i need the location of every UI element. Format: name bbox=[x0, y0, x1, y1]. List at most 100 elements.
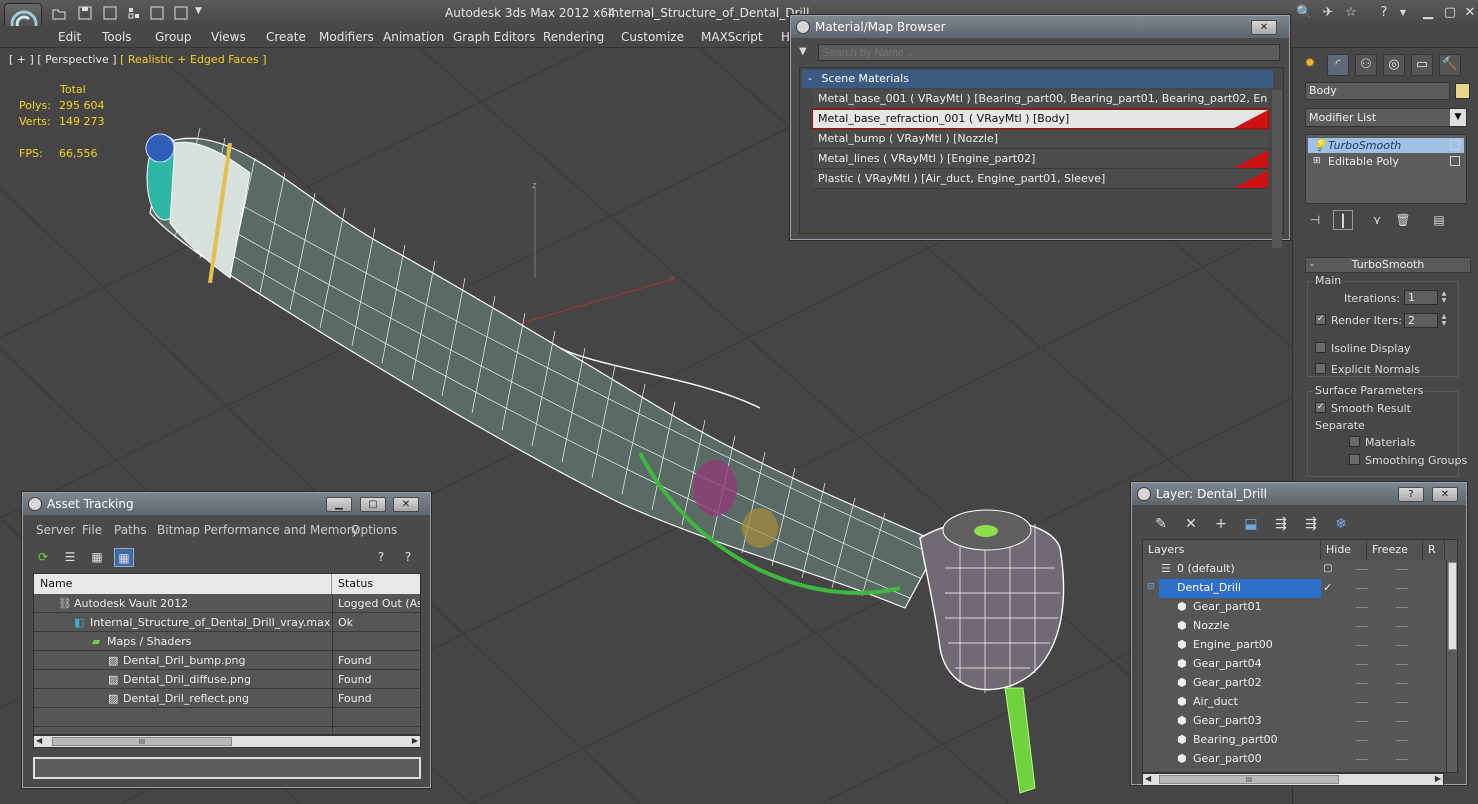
delete-layer-icon[interactable]: ✕ bbox=[1180, 514, 1202, 534]
table-row[interactable] bbox=[34, 708, 420, 727]
create-layer-icon[interactable]: ✎ bbox=[1150, 514, 1172, 534]
modifier-stack[interactable]: 💡 TurboSmooth ⊞ Editable Poly bbox=[1305, 134, 1467, 204]
context-help-icon[interactable]: ? bbox=[398, 548, 418, 567]
open-file-icon[interactable] bbox=[52, 6, 66, 20]
scroll-right-icon[interactable]: ▶ bbox=[412, 736, 418, 745]
hide-toggle[interactable] bbox=[1356, 759, 1368, 760]
viewport-shading-label[interactable]: [ Realistic + Edged Faces ] bbox=[120, 53, 266, 66]
material-row[interactable]: Metal_base_001 ( VRayMtl ) [Bearing_part… bbox=[813, 90, 1268, 109]
utilities-tab-icon[interactable]: 🔨 bbox=[1439, 54, 1461, 76]
scroll-thumb[interactable] bbox=[1448, 562, 1457, 650]
layer-object-row[interactable]: ⬢ Bearing_part00 bbox=[1143, 731, 1445, 750]
favorites-icon[interactable]: ☆ bbox=[1343, 5, 1359, 21]
asset-path-field[interactable] bbox=[33, 757, 421, 779]
freeze-toggle[interactable] bbox=[1396, 569, 1408, 570]
freeze-toggle[interactable] bbox=[1396, 740, 1408, 741]
material-row[interactable]: Plastic ( VRayMtl ) [Air_duct, Engine_pa… bbox=[813, 170, 1268, 189]
stack-item-editable-poly[interactable]: ⊞ Editable Poly bbox=[1308, 154, 1464, 169]
freeze-toggle[interactable] bbox=[1396, 683, 1408, 684]
menu-views[interactable]: Views bbox=[211, 30, 246, 44]
object-name-field[interactable]: Body bbox=[1305, 82, 1450, 100]
material-row-selected[interactable]: Metal_base_refraction_001 ( VRayMtl ) [B… bbox=[812, 109, 1269, 130]
menu-animation[interactable]: Animation bbox=[383, 30, 444, 44]
hide-toggle[interactable] bbox=[1356, 702, 1368, 703]
create-tab-icon[interactable]: ✹ bbox=[1299, 54, 1321, 76]
layer-object-row[interactable]: ⬢ Gear_part01 bbox=[1143, 598, 1445, 617]
hide-toggle[interactable] bbox=[1356, 645, 1368, 646]
freeze-all-icon[interactable]: ❄ bbox=[1330, 514, 1352, 534]
collapse-icon[interactable]: ⊟ bbox=[1147, 579, 1155, 598]
column-header-render[interactable]: R bbox=[1423, 540, 1445, 560]
minimize-window-button[interactable]: ▁ bbox=[1420, 5, 1436, 21]
hide-toggle[interactable] bbox=[1356, 664, 1368, 665]
material-row[interactable]: Metal_bump ( VRayMtl ) [Nozzle] bbox=[813, 130, 1268, 149]
explicit-normals-checkbox[interactable] bbox=[1315, 363, 1326, 374]
layer-object-row[interactable]: ⬢ Nozzle bbox=[1143, 617, 1445, 636]
lightbulb-icon[interactable]: 💡 bbox=[1313, 138, 1327, 153]
make-unique-icon[interactable]: ⋎ bbox=[1367, 210, 1387, 230]
vertical-scrollbar[interactable] bbox=[1446, 560, 1457, 772]
expand-plus-icon[interactable]: ⊞ bbox=[1313, 154, 1321, 169]
column-header-hide[interactable]: Hide bbox=[1321, 540, 1367, 560]
freeze-toggle[interactable] bbox=[1396, 664, 1408, 665]
table-row[interactable]: ▨ Dental_Dril_reflect.png Found bbox=[34, 689, 420, 708]
table-row[interactable]: ▨ Dental_Dril_bump.png Found bbox=[34, 651, 420, 670]
current-layer-box-icon[interactable]: ▢ bbox=[1323, 560, 1332, 579]
layer-object-row[interactable]: ⬢ Engine_part00 bbox=[1143, 636, 1445, 655]
hide-toggle[interactable] bbox=[1356, 626, 1368, 627]
highlight-layer-icon[interactable]: ⇶ bbox=[1270, 514, 1292, 534]
help-icon[interactable]: ? bbox=[371, 548, 391, 567]
minimize-button[interactable]: ▁ bbox=[326, 497, 352, 512]
save-file-icon[interactable] bbox=[78, 6, 92, 20]
viewport-menu-plus[interactable]: [ + ] bbox=[9, 53, 34, 66]
help-icon[interactable]: ? bbox=[1376, 5, 1392, 21]
layer-row[interactable]: ☰ 0 (default) ▢ bbox=[1143, 560, 1445, 579]
menu-rendering[interactable]: Rendering bbox=[543, 30, 604, 44]
close-button[interactable]: ✕ bbox=[393, 497, 419, 512]
material-browser-titlebar[interactable]: Material/Map Browser bbox=[791, 16, 1289, 38]
render-iters-spinner[interactable]: 2 bbox=[1404, 313, 1438, 328]
isoline-display-checkbox[interactable] bbox=[1315, 342, 1326, 353]
subscription-icon[interactable]: ✈ bbox=[1320, 5, 1336, 21]
layer-object-row[interactable]: ⬢ Gear_part00 bbox=[1143, 750, 1445, 769]
menu-server[interactable]: Server bbox=[36, 523, 75, 537]
project-folder-icon[interactable] bbox=[174, 6, 188, 20]
scroll-thumb[interactable]: III bbox=[52, 737, 232, 746]
scroll-left-icon[interactable]: ◀ bbox=[36, 736, 42, 745]
scene-materials-group-header[interactable]: - Scene Materials bbox=[802, 70, 1273, 88]
hide-all-icon[interactable]: ⇶ bbox=[1300, 514, 1322, 534]
menu-modifiers[interactable]: Modifiers bbox=[319, 30, 374, 44]
close-window-button[interactable]: ✕ bbox=[1462, 5, 1478, 21]
list-view-icon[interactable]: ☰ bbox=[60, 548, 80, 567]
select-objects-icon[interactable]: ⬓ bbox=[1240, 514, 1262, 534]
freeze-toggle[interactable] bbox=[1396, 702, 1408, 703]
menu-group[interactable]: Group bbox=[155, 30, 192, 44]
chevron-down-icon[interactable]: ▼ bbox=[1450, 109, 1466, 126]
scroll-thumb[interactable]: III bbox=[1159, 775, 1339, 784]
table-row[interactable]: ◧ Internal_Structure_of_Dental_Drill_vra… bbox=[34, 613, 420, 632]
tree-view-icon[interactable]: ▦ bbox=[87, 548, 107, 567]
stack-item-turbosmooth[interactable]: 💡 TurboSmooth bbox=[1308, 138, 1464, 153]
menu-options[interactable]: Options bbox=[351, 523, 397, 537]
freeze-toggle[interactable] bbox=[1396, 721, 1408, 722]
turbosmooth-rollout-header[interactable]: - TurboSmooth bbox=[1305, 257, 1471, 273]
freeze-toggle[interactable] bbox=[1396, 645, 1408, 646]
motion-tab-icon[interactable]: ◎ bbox=[1383, 54, 1405, 76]
maximize-button[interactable]: ▢ bbox=[360, 497, 386, 512]
hide-toggle[interactable] bbox=[1356, 740, 1368, 741]
hide-toggle[interactable] bbox=[1356, 569, 1368, 570]
scroll-left-icon[interactable]: ◀ bbox=[1145, 774, 1151, 783]
remove-modifier-icon[interactable]: 🗑 bbox=[1393, 210, 1413, 230]
pin-stack-icon[interactable]: ⊣ bbox=[1305, 210, 1325, 230]
table-row[interactable]: ▨ Dental_Dril_diffuse.png Found bbox=[34, 670, 420, 689]
viewport-pov-label[interactable]: [ Perspective ] bbox=[37, 53, 116, 66]
fetch-icon[interactable] bbox=[150, 6, 164, 20]
iterations-spinner[interactable]: 1 bbox=[1404, 290, 1438, 305]
hide-toggle[interactable] bbox=[1356, 588, 1368, 589]
horizontal-scrollbar[interactable]: ◀ III ▶ bbox=[33, 735, 421, 748]
freeze-toggle[interactable] bbox=[1396, 759, 1408, 760]
column-header-layers[interactable]: Layers bbox=[1143, 540, 1321, 560]
freeze-toggle[interactable] bbox=[1396, 588, 1408, 589]
hierarchy-tab-icon[interactable]: ⚇ bbox=[1355, 54, 1377, 76]
separate-materials-checkbox[interactable] bbox=[1349, 436, 1360, 447]
